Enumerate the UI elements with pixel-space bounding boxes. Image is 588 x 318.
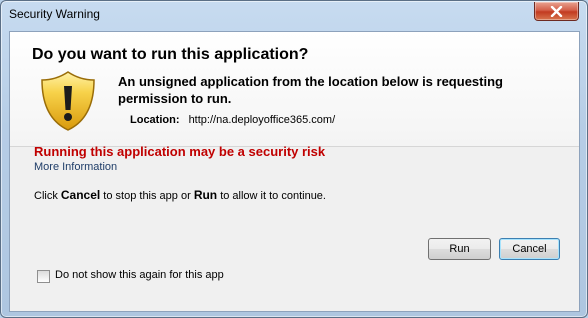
do-not-show-again-label[interactable]: Do not show this again for this app bbox=[55, 269, 224, 281]
window-title: Security Warning bbox=[9, 7, 100, 21]
instructions-prefix: Click bbox=[34, 190, 61, 202]
instructions-middle: to stop this app or bbox=[100, 190, 194, 202]
more-information-link[interactable]: More Information bbox=[34, 161, 117, 173]
location-row: Location: http://na.deployoffice365.com/ bbox=[130, 114, 335, 126]
location-label: Location: bbox=[130, 114, 180, 126]
run-button[interactable]: Run bbox=[428, 238, 491, 260]
dialog-body: Do you want to run this application? An … bbox=[9, 31, 580, 312]
header-banner: Do you want to run this application? An … bbox=[10, 32, 579, 146]
location-value: http://na.deployoffice365.com/ bbox=[188, 114, 336, 126]
close-button[interactable] bbox=[534, 2, 579, 21]
risk-warning: Running this application may be a securi… bbox=[34, 144, 326, 159]
instructions-suffix: to allow it to continue. bbox=[217, 190, 326, 202]
cancel-button[interactable]: Cancel bbox=[499, 238, 560, 260]
do-not-show-again-checkbox[interactable] bbox=[37, 270, 50, 283]
security-warning-window: Security Warning Do you want to run this… bbox=[0, 0, 588, 318]
instructions-run-word: Run bbox=[193, 188, 218, 202]
dialog-description: An unsigned application from the locatio… bbox=[118, 74, 503, 106]
close-icon bbox=[550, 6, 563, 17]
instructions-cancel-word: Cancel bbox=[60, 188, 101, 202]
instructions-text: Click Cancel to stop this app or Run to … bbox=[34, 188, 326, 202]
title-bar[interactable]: Security Warning bbox=[1, 1, 587, 27]
dialog-heading: Do you want to run this application? bbox=[32, 46, 309, 63]
shield-warning-icon bbox=[41, 71, 95, 131]
